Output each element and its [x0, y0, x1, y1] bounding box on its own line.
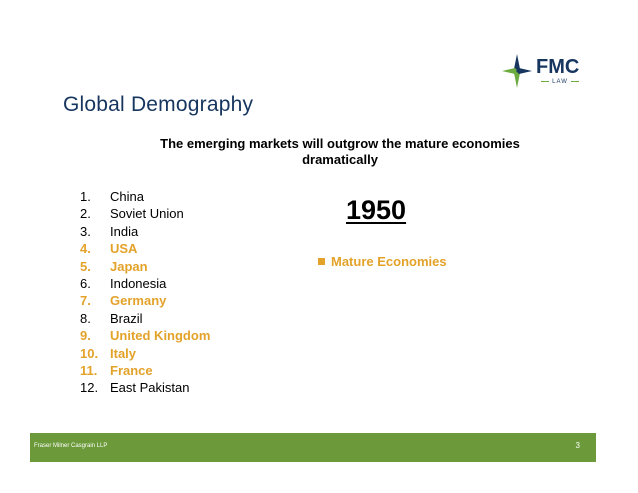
list-item-country: India: [110, 223, 139, 239]
footer-bar: Fraser Milner Casgrain LLP 3: [30, 433, 596, 462]
list-item-country: United Kingdom: [110, 328, 211, 344]
year-heading: 1950: [346, 195, 407, 225]
list-item-number: 4.: [80, 241, 91, 257]
footer-company: Fraser Milner Casgrain LLP: [34, 443, 108, 449]
list-item-number: 2.: [80, 206, 91, 222]
page-number: 3: [575, 441, 580, 450]
list-item-country: USA: [110, 241, 138, 257]
list-item: 5. Japan: [80, 258, 210, 275]
list-item-country: East Pakistan: [110, 380, 190, 396]
list-item-number: 11.: [80, 362, 98, 378]
list-item-country: Italy: [110, 345, 137, 361]
list-item-country: Brazil: [110, 310, 143, 326]
compass-star-icon: [502, 54, 532, 88]
legend-swatch-icon: [318, 258, 325, 265]
country-ranking-list: 1. China 2. Soviet Union 3. India 4. USA 5. Japan…: [80, 188, 210, 397]
list-item: 7. Germany: [80, 292, 210, 309]
list-item-number: 9.: [80, 328, 91, 344]
list-item-number: 8.: [80, 310, 91, 326]
slide-subtitle: The emerging markets will outgrow the ma…: [160, 136, 520, 167]
list-item: 6. Indonesia: [80, 275, 210, 292]
list-item: 3. India: [80, 223, 210, 240]
list-item-country: China: [110, 189, 144, 204]
legend: Mature Economies: [318, 254, 447, 269]
list-item-country: Germany: [110, 293, 167, 309]
legend-label: Mature Economies: [331, 254, 447, 269]
list-item-number: 10.: [80, 345, 99, 361]
list-item: 4. USA: [80, 240, 210, 257]
list-item: 8. Brazil: [80, 310, 210, 327]
list-item-country: France: [110, 362, 153, 378]
list-item-number: 5.: [80, 258, 91, 274]
list-item: 9. United Kingdom: [80, 327, 210, 344]
list-item-number: 6.: [80, 275, 91, 291]
list-item: 12. East Pakistan: [80, 379, 210, 396]
list-item-number: 7.: [80, 293, 91, 309]
slide: FMC LAW Global Demography The emerging m…: [0, 0, 638, 493]
list-item-country: Indonesia: [110, 275, 167, 291]
logo-subtitle: LAW: [536, 79, 584, 85]
list-item-number: 3.: [80, 223, 91, 239]
fmc-logo: FMC LAW: [500, 52, 590, 92]
list-item-number: 1.: [80, 189, 91, 204]
list-item: 11. France: [80, 362, 210, 379]
list-item-country: Japan: [110, 258, 148, 274]
list-item-number: 12.: [80, 380, 99, 396]
list-item-country: Soviet Union: [110, 206, 184, 222]
logo-name: FMC: [536, 56, 580, 78]
list-item: 1. China: [80, 188, 210, 205]
list-item: 2. Soviet Union: [80, 205, 210, 222]
slide-title: Global Demography: [63, 93, 254, 116]
list-item: 10. Italy: [80, 345, 210, 362]
